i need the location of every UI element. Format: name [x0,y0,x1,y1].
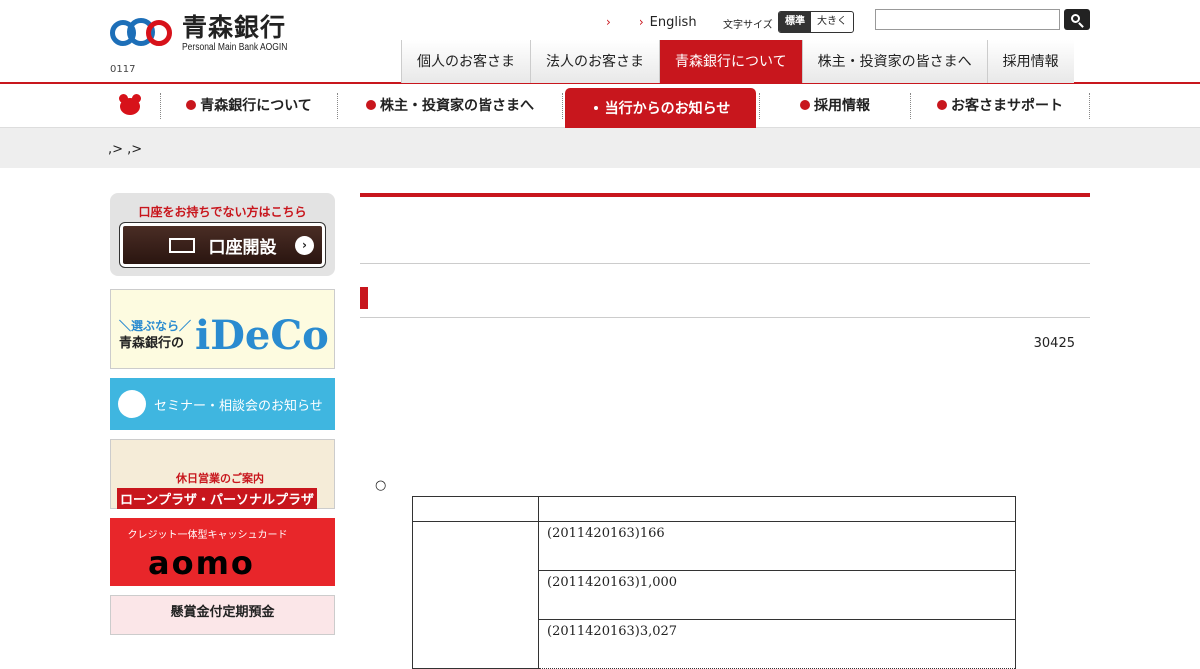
top-links: › › English [606,12,697,32]
main-content: 30425 ○ (2011420163)166 (2011420163)1,00… [360,193,1090,669]
open-account-button[interactable]: 口座開設 › [119,222,326,268]
bear-home-icon[interactable] [118,94,142,116]
table-row: (2011420163)166 [412,521,1016,669]
heading-marker [360,287,368,309]
bullet-icon [937,100,947,110]
subnav-item-about[interactable]: 青森銀行について [162,84,336,126]
bullet-icon [186,100,197,110]
search-input[interactable] [875,9,1060,30]
tab-recruit[interactable]: 採用情報 [986,40,1074,83]
font-size-standard-button[interactable]: 標準 [779,12,811,32]
tab-personal[interactable]: 個人のお客さま [401,40,530,83]
subnav-item-news[interactable]: 当行からのお知らせ [565,88,756,128]
sidebar: 口座をお持ちでない方はこちら 口座開設 › ＼選ぶなら／ 青森銀行の iDeCo … [110,193,335,635]
holiday-plaza-label: ローンプラザ・パーソナルプラザ [117,488,317,509]
aomo-card-banner[interactable]: クレジット一体型キャッシュカード aomo [110,518,335,586]
chevron-right-icon: › [638,15,644,29]
english-link[interactable]: English [650,15,697,30]
subnav-item-recruit[interactable]: 採用情報 [760,84,910,126]
subnav-item-investors[interactable]: 株主・投資家の皆さまへ [338,84,562,126]
open-account-banner[interactable]: 口座をお持ちでない方はこちら 口座開設 › [110,193,335,276]
logo-name: 青森銀行 [182,13,287,42]
arrow-right-icon: › [295,236,314,255]
bank-code: 0117 [110,64,136,75]
sub-navigation: 青森銀行について 株主・投資家の皆さまへ 当行からのお知らせ 採用情報 お客さま… [0,84,1200,128]
tab-about[interactable]: 青森銀行について [659,40,802,83]
seminar-banner[interactable]: セミナー・相談会のお知らせ [110,378,335,430]
font-size-label: 文字サイズ [723,20,773,31]
logo-mark-icon [110,14,180,54]
open-account-label: 口座開設 [208,237,277,258]
table-header-row [412,496,1016,522]
holiday-banner[interactable]: 休日営業のご案内 ローンプラザ・パーソナルプラザ [110,439,335,509]
holiday-caption: 休日営業のご案内 [176,472,264,485]
logo-subtitle: Personal Main Bank AOGIN [182,42,288,53]
publish-date: 30425 [1033,336,1075,351]
bullet-circle: ○ [375,478,387,493]
ideco-tagline: ＼選ぶなら／ [119,319,192,333]
bullet-icon [800,100,810,110]
bank-logo[interactable]: 青森銀行 Personal Main Bank AOGIN [110,14,306,54]
presentation-icon [118,390,146,418]
bullet-icon [366,100,376,110]
search-button[interactable] [1064,9,1090,30]
search-icon [1070,14,1080,23]
aomo-logo: aomo [148,544,255,582]
data-table: (2011420163)166 (2011420163)1,000 (20114… [412,496,1016,669]
prize-deposit-banner[interactable]: 懸賞金付定期預金 [110,595,335,635]
tab-investors[interactable]: 株主・投資家の皆さまへ [801,40,987,83]
page-title [360,197,1090,264]
subnav-item-support[interactable]: お客さまサポート [911,84,1089,126]
aomo-caption: クレジット一体型キャッシュカード [127,530,288,541]
tab-corporate[interactable]: 法人のお客さま [530,40,659,83]
breadcrumb[interactable]: ,> ,> [0,128,1200,168]
seminar-label: セミナー・相談会のお知らせ [154,398,323,414]
ideco-banner[interactable]: ＼選ぶなら／ 青森銀行の iDeCo [110,289,335,369]
bullet-icon [590,103,601,113]
card-icon [168,237,195,253]
ideco-logo: iDeCo [195,311,329,359]
open-account-caption: 口座をお持ちでない方はこちら [138,205,307,219]
font-size-toggle: 標準 大きく [778,11,854,33]
global-tabs: 個人のお客さま 法人のお客さま 青森銀行について 株主・投資家の皆さまへ 採用情… [401,40,1074,83]
font-size-large-button[interactable]: 大きく [811,12,853,32]
site-header: 青森銀行 Personal Main Bank AOGIN 0117 › › E… [0,0,1200,84]
ideco-bank-name: 青森銀行の [119,336,185,351]
section-heading [360,264,1090,318]
chevron-right-icon[interactable]: › [606,15,611,29]
